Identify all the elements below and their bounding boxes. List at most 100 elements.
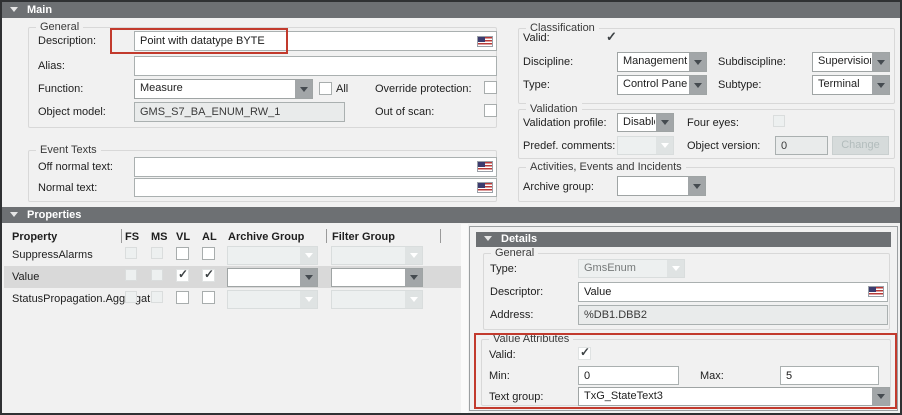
column-header-vl[interactable]: VL bbox=[176, 231, 190, 244]
predef-comments-label: Predef. comments: bbox=[523, 140, 615, 153]
collapse-arrow-icon bbox=[10, 212, 18, 217]
details-panel-header[interactable]: Details bbox=[476, 232, 891, 247]
four-eyes-checkbox bbox=[773, 115, 785, 127]
chevron-down-icon[interactable] bbox=[872, 388, 889, 405]
column-header-ms[interactable]: MS bbox=[151, 231, 168, 244]
override-protection-checkbox[interactable] bbox=[484, 81, 497, 94]
max-field[interactable]: 5 bbox=[780, 366, 879, 385]
table-row-property-name[interactable]: SuppressAlarms bbox=[12, 249, 93, 262]
alias-label: Alias: bbox=[38, 60, 65, 73]
al-checkbox[interactable] bbox=[202, 291, 215, 304]
vl-checkbox[interactable] bbox=[176, 269, 189, 282]
filter-group-cell-dropdown bbox=[331, 246, 423, 265]
checkmark-icon[interactable]: ✓ bbox=[606, 30, 617, 43]
chevron-down-icon[interactable] bbox=[688, 177, 705, 195]
value-attributes-legend: Value Attributes bbox=[489, 333, 573, 346]
out-of-scan-label: Out of scan: bbox=[375, 106, 434, 119]
details-general-legend: General bbox=[491, 247, 538, 260]
al-checkbox[interactable] bbox=[202, 247, 215, 260]
archive-group-cell-dropdown bbox=[227, 290, 318, 309]
column-header-fs[interactable]: FS bbox=[125, 231, 139, 244]
properties-panel-header[interactable]: Properties bbox=[2, 207, 900, 223]
text-group-label: Text group: bbox=[489, 391, 543, 404]
validation-profile-label: Validation profile: bbox=[523, 117, 607, 130]
all-checkbox[interactable] bbox=[319, 82, 332, 95]
subdiscipline-dropdown[interactable]: Supervision bbox=[812, 52, 890, 72]
filter-group-cell-dropdown bbox=[331, 290, 423, 309]
archive-group-cell-dropdown[interactable] bbox=[227, 268, 318, 287]
object-version-label: Object version: bbox=[687, 140, 760, 153]
filter-group-cell-dropdown[interactable] bbox=[331, 268, 423, 287]
out-of-scan-checkbox[interactable] bbox=[484, 104, 497, 117]
valid-label: Valid: bbox=[523, 32, 550, 45]
descriptor-field[interactable]: Value bbox=[578, 282, 888, 302]
chevron-down-icon[interactable] bbox=[656, 114, 673, 131]
us-flag-icon[interactable] bbox=[868, 286, 884, 297]
type-label: Type: bbox=[523, 79, 550, 92]
ms-checkbox bbox=[151, 247, 163, 259]
vl-checkbox[interactable] bbox=[176, 291, 189, 304]
validation-profile-dropdown[interactable]: Disabled bbox=[617, 113, 674, 132]
details-type-label: Type: bbox=[490, 263, 517, 276]
main-panel-title: Main bbox=[27, 4, 52, 16]
object-configuration-window: Main General Description: Point with dat… bbox=[0, 0, 902, 415]
column-divider[interactable] bbox=[121, 229, 122, 243]
type-dropdown[interactable]: Control Panel bbox=[617, 75, 707, 95]
column-header-property[interactable]: Property bbox=[12, 231, 57, 244]
off-normal-text-field[interactable] bbox=[134, 157, 497, 177]
chevron-down-icon bbox=[300, 291, 317, 308]
function-dropdown[interactable]: Measure bbox=[134, 79, 313, 99]
discipline-label: Discipline: bbox=[523, 56, 573, 69]
chevron-down-icon bbox=[300, 247, 317, 264]
chevron-down-icon[interactable] bbox=[300, 269, 317, 286]
main-panel-header[interactable]: Main bbox=[2, 2, 900, 18]
archive-group-dropdown[interactable] bbox=[617, 176, 706, 196]
discipline-dropdown[interactable]: Management Sys bbox=[617, 52, 707, 72]
details-panel-title: Details bbox=[501, 233, 537, 245]
object-version-field: 0 bbox=[775, 136, 828, 155]
event-texts-legend: Event Texts bbox=[36, 144, 101, 157]
chevron-down-icon[interactable] bbox=[689, 53, 706, 71]
column-header-filter-group[interactable]: Filter Group bbox=[332, 231, 395, 244]
al-checkbox[interactable] bbox=[202, 269, 215, 282]
chevron-down-icon[interactable] bbox=[295, 80, 312, 98]
chevron-down-icon[interactable] bbox=[405, 269, 422, 286]
min-label: Min: bbox=[489, 370, 510, 383]
chevron-down-icon[interactable] bbox=[689, 76, 706, 94]
properties-panel-title: Properties bbox=[27, 209, 81, 221]
description-field[interactable]: Point with datatype BYTE bbox=[134, 31, 497, 51]
min-field[interactable]: 0 bbox=[578, 366, 679, 385]
chevron-down-icon[interactable] bbox=[872, 53, 889, 71]
subdiscipline-label: Subdiscipline: bbox=[718, 56, 786, 69]
vl-checkbox[interactable] bbox=[176, 247, 189, 260]
panel-splitter[interactable] bbox=[461, 224, 468, 413]
column-divider[interactable] bbox=[326, 229, 327, 243]
text-group-dropdown[interactable]: TxG_StateText3 bbox=[578, 387, 890, 406]
alias-field[interactable] bbox=[134, 56, 497, 76]
column-divider[interactable] bbox=[440, 229, 441, 243]
collapse-arrow-icon bbox=[484, 236, 492, 241]
va-valid-checkbox[interactable] bbox=[578, 347, 591, 360]
us-flag-icon[interactable] bbox=[477, 182, 493, 193]
object-model-label: Object model: bbox=[38, 106, 106, 119]
va-valid-label: Valid: bbox=[489, 349, 516, 362]
chevron-down-icon[interactable] bbox=[872, 76, 889, 94]
change-button: Change bbox=[832, 136, 889, 155]
general-group-legend: General bbox=[36, 21, 83, 34]
column-header-archive-group[interactable]: Archive Group bbox=[228, 231, 304, 244]
fs-checkbox bbox=[125, 291, 137, 303]
table-row-property-name[interactable]: Value bbox=[12, 271, 39, 284]
collapse-arrow-icon bbox=[10, 7, 18, 12]
normal-text-field[interactable] bbox=[134, 178, 497, 197]
column-header-al[interactable]: AL bbox=[202, 231, 217, 244]
us-flag-icon[interactable] bbox=[477, 161, 493, 172]
chevron-down-icon bbox=[405, 291, 422, 308]
subtype-dropdown[interactable]: Terminal bbox=[812, 75, 890, 95]
function-label: Function: bbox=[38, 83, 83, 96]
us-flag-icon[interactable] bbox=[477, 36, 493, 47]
fs-checkbox bbox=[125, 269, 137, 281]
max-label: Max: bbox=[700, 370, 724, 383]
chevron-down-icon bbox=[667, 260, 684, 277]
details-type-dropdown: GmsEnum bbox=[578, 259, 685, 278]
subtype-label: Subtype: bbox=[718, 79, 761, 92]
